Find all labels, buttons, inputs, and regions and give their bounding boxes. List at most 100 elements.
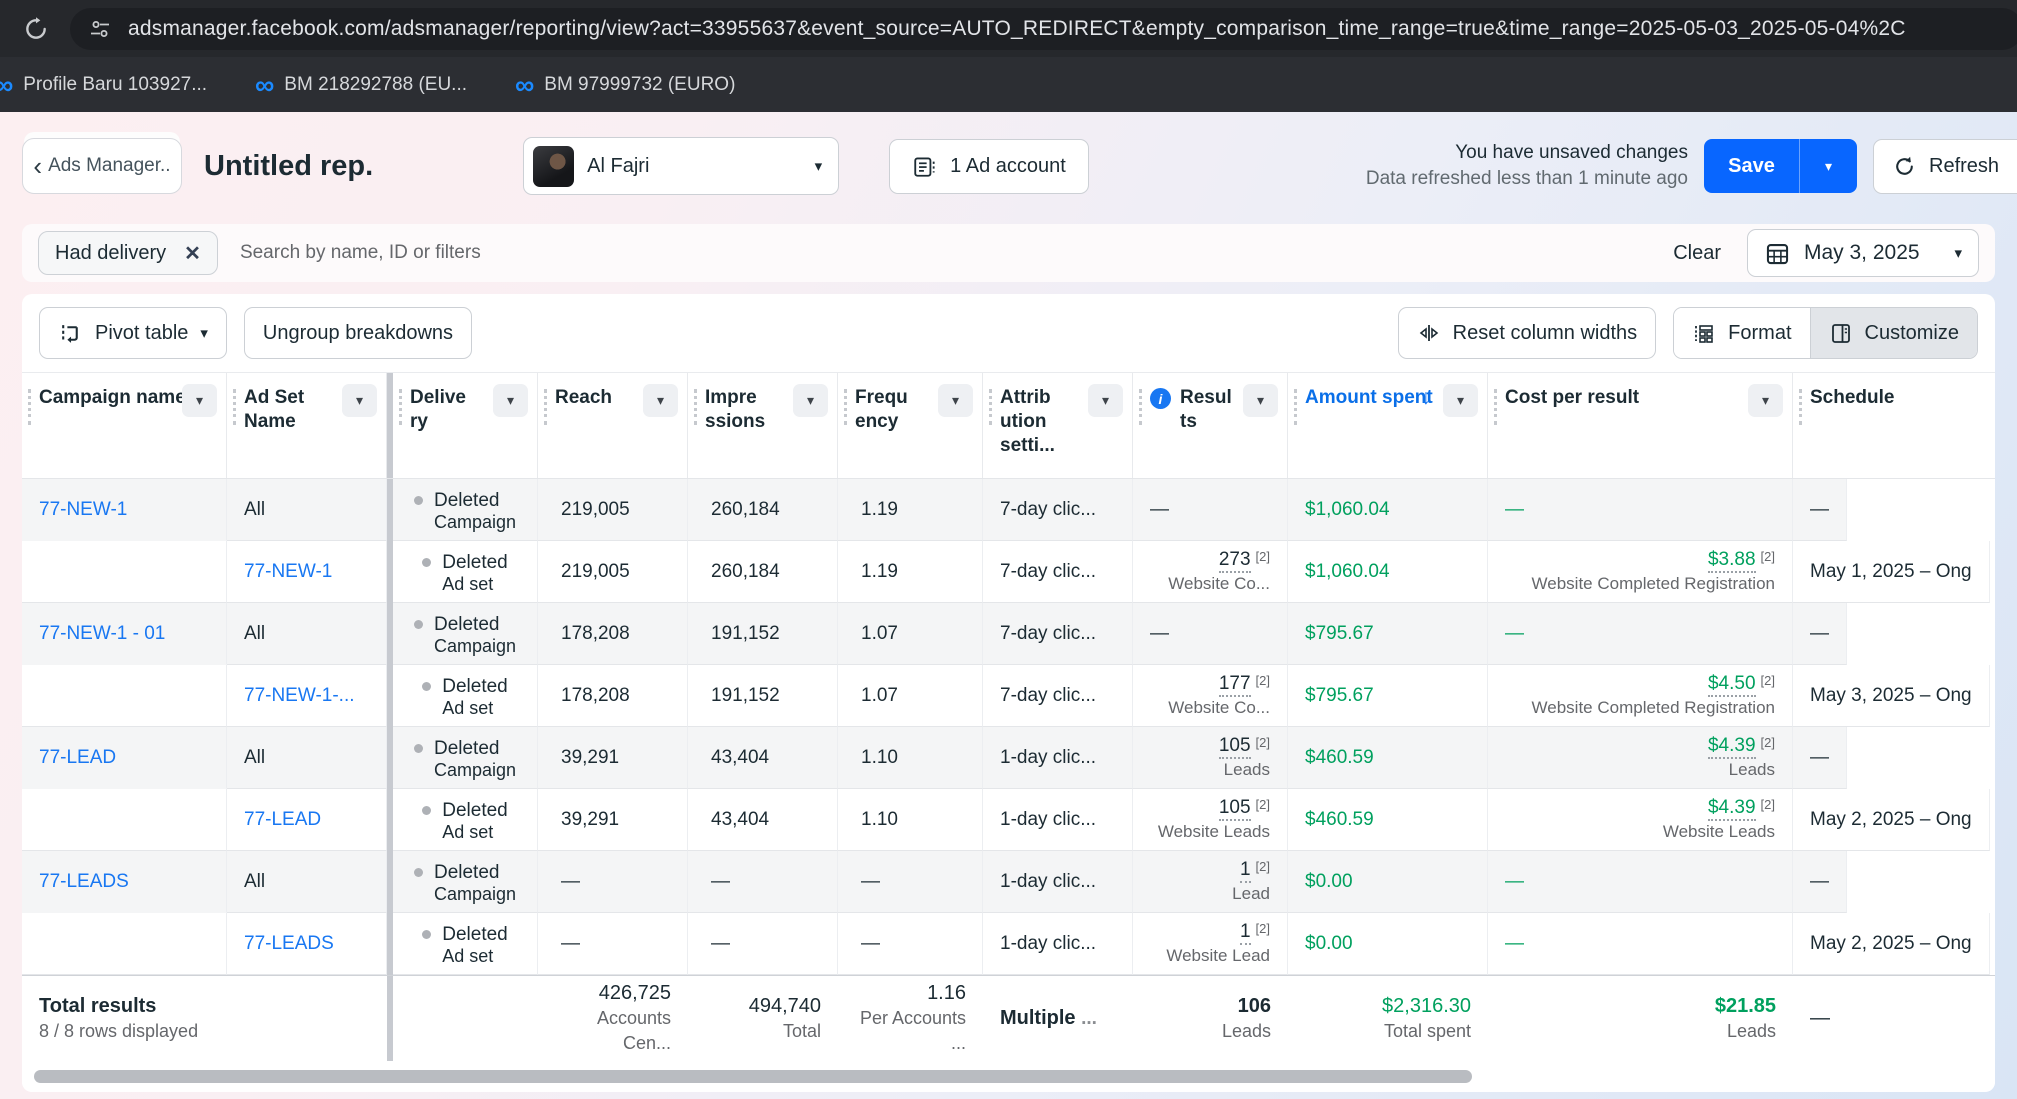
schedule-cell: — — [1793, 479, 1847, 541]
save-button[interactable]: Save — [1704, 139, 1799, 193]
attribution-cell: 7-day clic... — [983, 541, 1133, 603]
column-menu-button[interactable]: ▾ — [493, 384, 528, 417]
column-menu-button[interactable]: ▾ — [1243, 384, 1278, 417]
format-customize-segmented: Format Customize — [1673, 307, 1978, 359]
column-header-amount-spent[interactable]: Amount spent ↓ ▾ — [1288, 373, 1488, 478]
column-header-delivery[interactable]: Delivery ▾ — [393, 373, 538, 478]
url-bar[interactable]: adsmanager.facebook.com/adsmanager/repor… — [70, 7, 2017, 50]
column-menu-button[interactable]: ▾ — [1748, 384, 1783, 417]
campaign-name-cell[interactable] — [22, 665, 227, 727]
drag-handle-icon[interactable] — [399, 389, 402, 425]
back-to-ads-manager-button[interactable]: ‹ Ads Manager.. — [22, 138, 182, 194]
table-row: 77-NEW-1 - 01 All Deleted Campaign 178,2… — [22, 603, 1995, 665]
column-menu-button[interactable]: ▾ — [342, 384, 377, 417]
drag-handle-icon[interactable] — [989, 389, 992, 425]
adset-name-cell[interactable]: All — [227, 603, 387, 665]
campaign-name-cell[interactable]: 77-LEAD — [22, 727, 227, 789]
frequency-cell: 1.10 — [838, 727, 983, 789]
table-header-row: Campaign name ▾ Ad Set Name ▾ Delivery ▾ — [22, 373, 1995, 479]
column-menu-button[interactable]: ▾ — [182, 384, 217, 417]
column-header-impressions[interactable]: Impressions ▾ — [688, 373, 838, 478]
adset-name-cell[interactable]: 77-LEAD — [227, 789, 387, 851]
chevron-down-icon: ▾ — [1824, 157, 1833, 174]
column-header-schedule[interactable]: Schedule — [1793, 373, 1995, 478]
totals-frequency: 1.16 Per Accounts ... — [859, 982, 966, 1053]
campaign-name-cell[interactable] — [22, 789, 227, 851]
drag-handle-icon[interactable] — [694, 389, 697, 425]
table-row: 77-LEADS All Deleted Campaign — — — 1-da… — [22, 851, 1995, 913]
totals-results: 106 Leads — [1221, 994, 1271, 1041]
meta-logo-icon: ∞ — [0, 69, 14, 100]
chevron-down-icon: ▾ — [814, 158, 823, 175]
adset-name-cell[interactable]: All — [227, 851, 387, 913]
reach-cell: — — [538, 913, 688, 975]
drag-handle-icon[interactable] — [233, 389, 236, 425]
deleted-status-dot-icon — [422, 558, 432, 567]
drag-handle-icon[interactable] — [1799, 389, 1802, 425]
adset-name-cell[interactable]: 77-NEW-1 — [227, 541, 387, 603]
ad-account-button[interactable]: 1 Ad account — [889, 138, 1089, 194]
frequency-cell: 1.10 — [838, 789, 983, 851]
column-menu-button[interactable]: ▾ — [793, 384, 828, 417]
campaign-name-cell[interactable] — [22, 913, 227, 975]
results-cell: 105 [2] Website Leads — [1133, 789, 1288, 851]
amount-spent-cell: $460.59 — [1288, 727, 1488, 789]
column-menu-button[interactable]: ▾ — [938, 384, 973, 417]
column-header-results[interactable]: i Results ▾ — [1133, 373, 1288, 478]
column-header-cost-per-result[interactable]: Cost per result ▾ — [1488, 373, 1793, 478]
bookmark-item[interactable]: ∞ BM 218292788 (EU... — [255, 71, 467, 98]
drag-handle-icon[interactable] — [844, 389, 847, 425]
frequency-cell: 1.19 — [838, 479, 983, 541]
refresh-button[interactable]: Refresh — [1873, 138, 2017, 194]
remove-filter-icon[interactable]: ✕ — [184, 241, 201, 266]
column-menu-button[interactable]: ▾ — [1443, 384, 1478, 417]
campaign-name-cell[interactable]: 77-NEW-1 — [22, 479, 227, 541]
clear-filters-link[interactable]: Clear — [1673, 242, 1721, 265]
info-icon[interactable]: i — [1150, 388, 1171, 409]
account-dropdown[interactable]: Al Fajri ▾ — [523, 137, 840, 195]
drag-handle-icon[interactable] — [1139, 389, 1142, 425]
search-input[interactable] — [239, 242, 880, 264]
horizontal-scrollbar[interactable] — [34, 1069, 1472, 1083]
save-split-button: Save ▾ — [1704, 139, 1857, 193]
date-range-picker[interactable]: May 3, 2025 ▾ — [1747, 229, 1979, 277]
deleted-status-dot-icon — [422, 806, 432, 815]
column-header-attribution[interactable]: Attribution setti... ▾ — [983, 373, 1133, 478]
save-options-button[interactable]: ▾ — [1799, 139, 1857, 193]
drag-handle-icon[interactable] — [1494, 389, 1497, 425]
reach-cell: — — [538, 851, 688, 913]
customize-button[interactable]: Customize — [1809, 308, 1977, 358]
bookmark-item[interactable]: ∞ Profile Baru 103927... — [0, 69, 207, 100]
reload-icon[interactable] — [16, 9, 56, 49]
column-menu-button[interactable]: ▾ — [1088, 384, 1123, 417]
column-header-adset-name[interactable]: Ad Set Name ▾ — [227, 373, 387, 478]
campaign-name-cell[interactable]: 77-LEADS — [22, 851, 227, 913]
results-cell: 273 [2] Website Co... — [1133, 541, 1288, 603]
column-header-reach[interactable]: Reach ▾ — [538, 373, 688, 478]
report-table: Campaign name ▾ Ad Set Name ▾ Delivery ▾ — [22, 372, 1995, 1091]
column-header-campaign-name[interactable]: Campaign name ▾ — [22, 373, 227, 478]
rows-displayed-text: 8 / 8 rows displayed — [39, 1021, 199, 1041]
had-delivery-filter-chip[interactable]: Had delivery ✕ — [38, 231, 218, 275]
adset-name-cell[interactable]: 77-LEADS — [227, 913, 387, 975]
column-menu-button[interactable]: ▾ — [643, 384, 678, 417]
ungroup-breakdowns-button[interactable]: Ungroup breakdowns — [243, 307, 473, 359]
adset-name-cell[interactable]: All — [227, 727, 387, 789]
sort-descending-icon[interactable]: ↓ — [1421, 386, 1432, 410]
attribution-cell: 1-day clic... — [983, 789, 1133, 851]
pivot-table-dropdown[interactable]: Pivot table ▾ — [39, 307, 227, 359]
column-header-frequency[interactable]: Frequency ▾ — [838, 373, 983, 478]
site-settings-icon[interactable] — [88, 17, 112, 41]
format-button[interactable]: Format — [1674, 308, 1810, 358]
drag-handle-icon[interactable] — [1294, 389, 1297, 425]
adset-name-cell[interactable]: 77-NEW-1-... — [227, 665, 387, 727]
campaign-name-cell[interactable]: 77-NEW-1 - 01 — [22, 603, 227, 665]
reach-cell: 219,005 — [538, 479, 688, 541]
adset-name-cell[interactable]: All — [227, 479, 387, 541]
drag-handle-icon[interactable] — [544, 389, 547, 425]
reset-column-widths-button[interactable]: Reset column widths — [1397, 307, 1657, 359]
campaign-name-cell[interactable] — [22, 541, 227, 603]
drag-handle-icon[interactable] — [28, 389, 31, 425]
bookmark-item[interactable]: ∞ BM 97999732 (EURO) — [515, 71, 735, 98]
calendar-icon — [1766, 243, 1789, 264]
